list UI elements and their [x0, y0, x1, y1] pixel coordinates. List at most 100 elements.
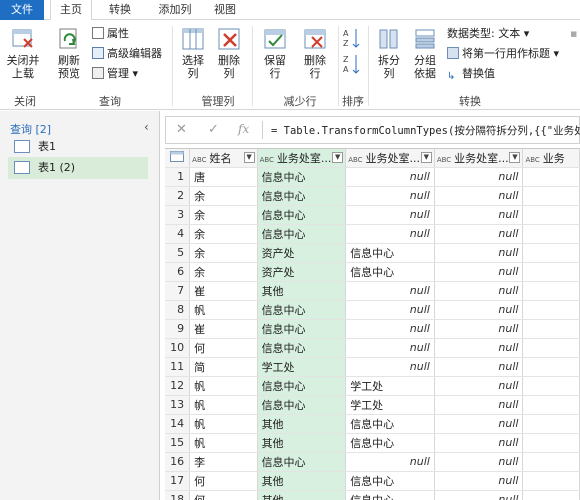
table-row[interactable]: 18 何其他 信息中心 null [165, 490, 580, 500]
cell-dept-1[interactable]: 资产处 [257, 243, 347, 263]
table-row[interactable]: 6 余资产处 信息中心 null [165, 262, 580, 282]
cell-name[interactable]: 帆 [189, 414, 258, 434]
tab-view[interactable]: 视图 [205, 0, 245, 20]
query-item-selected[interactable]: 表1 (2) [8, 157, 148, 179]
formula-input[interactable]: = Table.TransformColumnTypes(按分隔符拆分列,{{"… [271, 123, 580, 138]
cell-dept-3[interactable]: null [434, 167, 524, 187]
refresh-preview-button[interactable]: 刷新 预览 [50, 26, 88, 80]
cell-name[interactable]: 何 [189, 490, 258, 500]
collapse-pane-icon[interactable]: ‹ [144, 120, 149, 134]
row-number[interactable]: 6 [165, 262, 191, 282]
cell-dept-4[interactable] [522, 186, 580, 206]
cell-dept-1[interactable]: 信息中心 [257, 300, 347, 320]
cell-dept-2[interactable]: null [345, 224, 435, 244]
cell-name[interactable]: 余 [189, 262, 258, 282]
tab-transform[interactable]: 转换 [100, 0, 140, 20]
cell-name[interactable]: 何 [189, 338, 258, 358]
group-by-button[interactable]: 分组 依据 [408, 26, 442, 80]
cell-dept-4[interactable] [522, 490, 580, 500]
cell-dept-2[interactable]: null [345, 452, 435, 472]
row-number[interactable]: 3 [165, 205, 191, 225]
cell-name[interactable]: 崔 [189, 281, 258, 301]
cell-dept-2[interactable]: 信息中心 [345, 490, 435, 500]
column-header[interactable]: ABC 业务 [522, 149, 580, 168]
filter-dropdown-icon[interactable]: ▼ [243, 151, 255, 163]
table-row[interactable]: 12 帆信息中心 学工处 null [165, 376, 580, 396]
table-row[interactable]: 13 帆信息中心 学工处 null [165, 395, 580, 415]
function-icon[interactable]: fx [238, 122, 249, 136]
sort-ascending-button[interactable]: A Z [342, 26, 362, 53]
cell-dept-3[interactable]: null [434, 471, 524, 491]
cell-dept-3[interactable]: null [434, 433, 524, 453]
table-row[interactable]: 7 崔其他 null null [165, 281, 580, 301]
tab-add-column[interactable]: 添加列 [150, 0, 200, 20]
cell-dept-2[interactable]: 信息中心 [345, 471, 435, 491]
table-row[interactable]: 5 余资产处 信息中心 null [165, 243, 580, 263]
table-row[interactable]: 2 余信息中心 null null [165, 186, 580, 206]
cell-dept-1[interactable]: 信息中心 [257, 452, 347, 472]
cell-name[interactable]: 帆 [189, 300, 258, 320]
properties-button[interactable]: 属性 [92, 27, 129, 41]
cell-dept-3[interactable]: null [434, 319, 524, 339]
cell-dept-1[interactable]: 资产处 [257, 262, 347, 282]
cell-name[interactable]: 帆 [189, 433, 258, 453]
cell-dept-3[interactable]: null [434, 300, 524, 320]
table-row[interactable]: 3 余信息中心 null null [165, 205, 580, 225]
cell-name[interactable]: 帆 [189, 376, 258, 396]
table-row[interactable]: 15 帆其他 信息中心 null [165, 433, 580, 453]
cell-dept-1[interactable]: 信息中心 [257, 376, 347, 396]
cell-dept-3[interactable]: null [434, 357, 524, 377]
cell-dept-3[interactable]: null [434, 490, 524, 500]
select-all-corner[interactable] [165, 149, 191, 168]
table-row[interactable]: 8 帆信息中心 null null [165, 300, 580, 320]
cell-dept-4[interactable] [522, 281, 580, 301]
cell-dept-1[interactable]: 其他 [257, 281, 347, 301]
cell-name[interactable]: 何 [189, 471, 258, 491]
cell-dept-2[interactable]: 信息中心 [345, 414, 435, 434]
choose-columns-button[interactable]: 选择 列 [176, 26, 210, 80]
cell-dept-3[interactable]: null [434, 224, 524, 244]
cell-dept-1[interactable]: 学工处 [257, 357, 347, 377]
cell-dept-4[interactable] [522, 262, 580, 282]
cell-dept-3[interactable]: null [434, 243, 524, 263]
cell-dept-4[interactable] [522, 224, 580, 244]
cell-dept-3[interactable]: null [434, 414, 524, 434]
table-row[interactable]: 1 唐信息中心 null null [165, 167, 580, 187]
cell-dept-1[interactable]: 信息中心 [257, 395, 347, 415]
advanced-editor-button[interactable]: 高级编辑器 [92, 47, 162, 61]
cell-dept-1[interactable]: 信息中心 [257, 205, 347, 225]
cell-dept-4[interactable] [522, 167, 580, 187]
tab-file[interactable]: 文件 [0, 0, 44, 20]
cell-dept-4[interactable] [522, 300, 580, 320]
cell-dept-3[interactable]: null [434, 281, 524, 301]
cell-dept-1[interactable]: 其他 [257, 433, 347, 453]
row-number[interactable]: 11 [165, 357, 191, 377]
table-row[interactable]: 10 何信息中心 null null [165, 338, 580, 358]
cell-dept-3[interactable]: null [434, 376, 524, 396]
row-number[interactable]: 7 [165, 281, 191, 301]
column-header-selected[interactable]: ABC 业务处室... ▼ [257, 149, 347, 168]
row-number[interactable]: 1 [165, 167, 191, 187]
row-number[interactable]: 18 [165, 490, 191, 500]
cell-name[interactable]: 简 [189, 357, 258, 377]
column-header[interactable]: ABC 业务处室... ▼ [345, 149, 435, 168]
row-number[interactable]: 8 [165, 300, 191, 320]
row-number[interactable]: 10 [165, 338, 191, 358]
first-row-header-button[interactable]: 将第一行用作标题 ▾ [447, 47, 559, 61]
cell-dept-4[interactable] [522, 471, 580, 491]
manage-button[interactable]: 管理 ▾ [92, 67, 138, 81]
confirm-icon[interactable]: ✓ [208, 122, 219, 137]
tab-home[interactable]: 主页 [50, 0, 92, 21]
cell-dept-4[interactable] [522, 433, 580, 453]
replace-values-button[interactable]: ↳ 替换值 [447, 67, 495, 83]
cell-dept-1[interactable]: 其他 [257, 471, 347, 491]
table-row[interactable]: 11 简学工处 null null [165, 357, 580, 377]
cell-dept-3[interactable]: null [434, 262, 524, 282]
cell-dept-2[interactable]: 信息中心 [345, 243, 435, 263]
cell-dept-1[interactable]: 信息中心 [257, 338, 347, 358]
cell-dept-4[interactable] [522, 338, 580, 358]
cell-dept-3[interactable]: null [434, 205, 524, 225]
split-column-button[interactable]: 拆分 列 [372, 26, 406, 80]
row-number[interactable]: 2 [165, 186, 191, 206]
cell-dept-1[interactable]: 其他 [257, 490, 347, 500]
